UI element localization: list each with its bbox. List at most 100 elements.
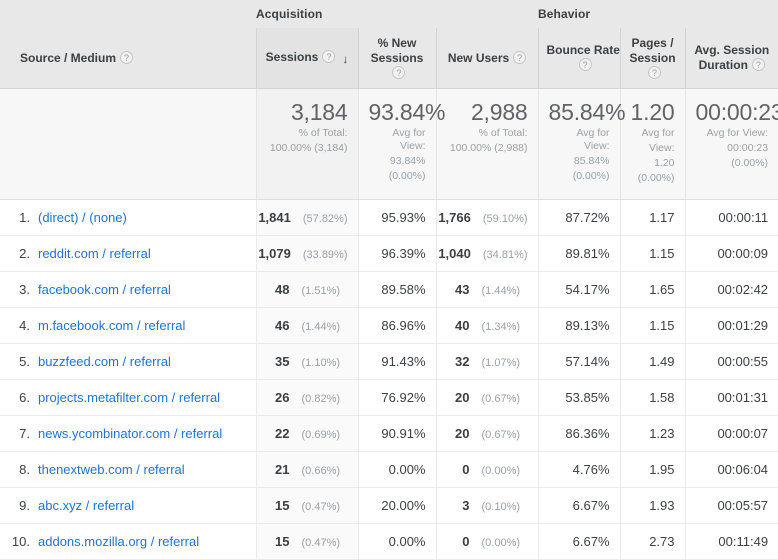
help-icon[interactable]: ?: [648, 65, 662, 79]
row-new-users-percent: (0.67%): [481, 393, 521, 405]
source-medium-link[interactable]: projects.metafilter.com / referral: [38, 390, 220, 405]
column-header-new-users[interactable]: New Users?: [435, 28, 539, 89]
row-sessions-value: 35: [275, 354, 290, 369]
source-medium-link[interactable]: addons.mozilla.org / referral: [38, 534, 199, 549]
summary-pages-session-sub3: 1.20: [654, 157, 675, 169]
row-dimension-cell: 5. buzzfeed.com / referral: [0, 343, 256, 380]
column-header-sessions[interactable]: Sessions? ↓: [255, 28, 358, 89]
row-dimension-cell: 9. abc.xyz / referral: [0, 487, 256, 524]
row-new-users-cell: 32 (1.07%): [435, 343, 539, 380]
column-header-pct-new-sessions[interactable]: % New Sessions ?: [357, 28, 436, 89]
row-pct-new-sessions-value: 95.93%: [381, 210, 426, 225]
row-new-users-value: 32: [455, 354, 470, 369]
row-new-users-cell: 3 (0.10%): [435, 487, 539, 524]
row-sessions-value: 21: [275, 462, 290, 477]
row-bounce-rate-value: 89.81%: [565, 246, 610, 261]
row-avg-session-duration-value: 00:00:07: [717, 426, 769, 441]
acquisition-group-header: Acquisition: [256, 0, 539, 28]
dimension-group-header: [0, 0, 256, 28]
row-new-users-value: 43: [455, 282, 470, 297]
row-sessions-cell: 1,841 (57.82%): [255, 199, 358, 236]
row-sessions-value: 48: [275, 282, 290, 297]
row-index: 2.: [19, 246, 30, 261]
row-dimension-cell: 6. projects.metafilter.com / referral: [0, 379, 256, 416]
row-pages-session-cell: 2.73: [619, 523, 686, 560]
row-pages-session-value: 1.49: [649, 354, 675, 369]
table-row: 3. facebook.com / referral 48 (1.51%) 89.58%…: [0, 271, 778, 308]
table-row: 8. thenextweb.com / referral 21 (0.66%) 0.00…: [0, 451, 778, 488]
source-medium-link[interactable]: buzzfeed.com / referral: [38, 354, 171, 369]
source-medium-link[interactable]: facebook.com / referral: [38, 282, 171, 297]
help-icon[interactable]: ?: [578, 58, 592, 71]
source-medium-link[interactable]: reddit.com / referral: [38, 246, 151, 261]
row-avg-session-duration-value: 00:06:04: [717, 462, 769, 477]
help-icon[interactable]: ?: [392, 65, 406, 79]
row-sessions-value: 46: [275, 318, 290, 333]
row-avg-session-duration-cell: 00:01:29: [684, 307, 778, 344]
help-icon[interactable]: ?: [751, 58, 765, 71]
row-pages-session-cell: 1.49: [619, 343, 686, 380]
row-avg-session-duration-value: 00:01:29: [717, 318, 769, 333]
row-sessions-value: 22: [275, 426, 290, 441]
row-pages-session-value: 1.65: [649, 282, 675, 297]
summary-bounce-rate-value: 85.84%: [548, 99, 626, 125]
sort-descending-icon[interactable]: ↓: [342, 52, 348, 67]
summary-pages-session-cell: 1.20 Avg for View: 1.20 (0.00%): [619, 88, 686, 200]
row-sessions-cell: 26 (0.82%): [255, 379, 358, 416]
help-icon[interactable]: ?: [120, 50, 134, 64]
summary-sessions-sub2: 100.00% (3,184): [269, 142, 348, 154]
help-icon[interactable]: ?: [513, 50, 527, 64]
row-pages-session-cell: 1.95: [619, 451, 686, 488]
row-pages-session-value: 1.23: [649, 426, 675, 441]
help-icon[interactable]: ?: [322, 49, 336, 63]
row-avg-session-duration-value: 00:00:09: [717, 246, 769, 261]
row-sessions-value: 15: [275, 534, 290, 549]
source-medium-link[interactable]: m.facebook.com / referral: [38, 318, 185, 333]
row-bounce-rate-cell: 6.67%: [537, 487, 621, 524]
row-new-users-cell: 1,766 (59.10%): [435, 199, 539, 236]
row-avg-session-duration-value: 00:00:11: [718, 210, 769, 225]
row-pct-new-sessions-cell: 76.92%: [357, 379, 436, 416]
row-sessions-percent: (1.10%): [301, 357, 341, 369]
table-row: 7. news.ycombinator.com / referral 22 (0.69…: [0, 415, 778, 452]
row-pct-new-sessions-cell: 20.00%: [357, 487, 436, 524]
row-new-users-cell: 0 (0.00%): [435, 451, 539, 488]
summary-pct-new-sessions-cell: 93.84% Avg for View: 93.84% (0.00%): [357, 88, 446, 200]
row-pct-new-sessions-value: 76.92%: [381, 390, 426, 405]
row-sessions-percent: (1.51%): [301, 285, 341, 297]
row-pages-session-cell: 1.23: [619, 415, 686, 452]
table-row: 10. addons.mozilla.org / referral 15 (0.47%…: [0, 523, 778, 560]
row-sessions-cell: 35 (1.10%): [255, 343, 358, 380]
row-index: 10.: [11, 534, 30, 549]
row-pct-new-sessions-value: 90.91%: [381, 426, 426, 441]
column-header-pages-session[interactable]: Pages / Session ?: [619, 28, 686, 89]
row-pages-session-value: 1.93: [649, 498, 675, 513]
row-new-users-percent: (34.81%): [482, 249, 528, 261]
row-pages-session-value: 1.17: [649, 210, 675, 225]
column-header-bounce-rate[interactable]: Bounce Rate ?: [537, 28, 621, 89]
summary-sessions-cell: 3,184 % of Total: 100.00% (3,184): [255, 88, 358, 200]
row-index: 7.: [19, 426, 30, 441]
row-new-users-value: 0: [462, 534, 470, 549]
source-medium-link[interactable]: news.ycombinator.com / referral: [38, 426, 222, 441]
column-header-source-medium[interactable]: Source / Medium?: [0, 28, 256, 89]
row-avg-session-duration-cell: 00:00:11: [684, 199, 778, 236]
sessions-label: Sessions: [265, 49, 319, 64]
row-pct-new-sessions-value: 86.96%: [381, 318, 426, 333]
row-new-users-value: 1,040: [438, 246, 471, 261]
row-sessions-cell: 15 (0.47%): [255, 523, 358, 560]
row-pct-new-sessions-value: 91.43%: [381, 354, 426, 369]
row-bounce-rate-value: 89.13%: [565, 318, 610, 333]
row-pages-session-cell: 1.65: [619, 271, 686, 308]
row-avg-session-duration-cell: 00:02:42: [684, 271, 778, 308]
summary-pct-new-sessions-sub1: Avg for View:: [392, 127, 426, 152]
column-header-avg-session-duration[interactable]: Avg. Session Duration?: [684, 28, 778, 89]
row-sessions-cell: 21 (0.66%): [255, 451, 358, 488]
row-pct-new-sessions-cell: 0.00%: [357, 523, 436, 560]
source-medium-link[interactable]: thenextweb.com / referral: [38, 462, 185, 477]
row-new-users-percent: (1.44%): [481, 285, 521, 297]
row-new-users-percent: (1.07%): [481, 357, 521, 369]
source-medium-link[interactable]: (direct) / (none): [38, 210, 127, 225]
source-medium-link[interactable]: abc.xyz / referral: [38, 498, 134, 513]
row-dimension-cell: 3. facebook.com / referral: [0, 271, 256, 308]
